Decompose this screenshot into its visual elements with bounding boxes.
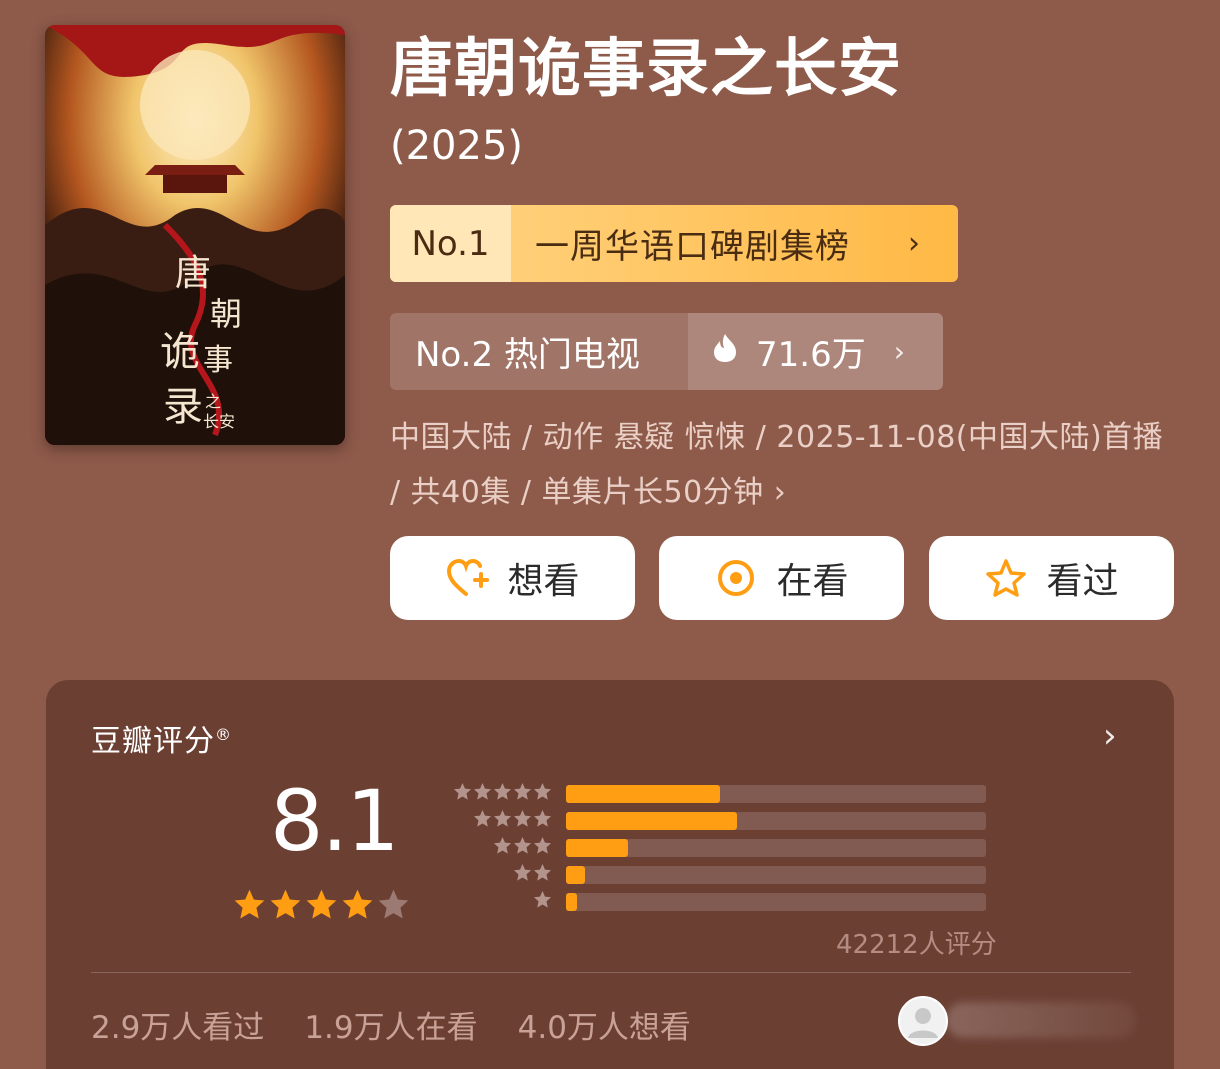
poster-title-char-7: 长安 bbox=[203, 412, 235, 431]
star-small-icon bbox=[513, 809, 532, 832]
star-small-icon bbox=[473, 809, 492, 832]
watched-button[interactable]: 看过 bbox=[929, 536, 1174, 620]
rank-badge-popular[interactable]: No.2 热门电视 71.6万 › bbox=[390, 313, 943, 390]
rank-label: 一周华语口碑剧集榜 bbox=[535, 227, 850, 267]
star-small-icon bbox=[493, 809, 512, 832]
rating-bar-fill bbox=[566, 811, 737, 830]
heart-plus-icon bbox=[445, 556, 490, 600]
rating-title-text: 豆瓣评分 bbox=[91, 724, 215, 759]
star-small-icon bbox=[513, 836, 532, 859]
rating-score: 8.1 bbox=[270, 772, 400, 870]
show-meta[interactable]: 中国大陆 / 动作 悬疑 惊悚 / 2025-11-08(中国大陆)首播 / 共… bbox=[390, 410, 1180, 520]
divider bbox=[91, 972, 1131, 973]
star-small-icon bbox=[533, 836, 552, 859]
avatar[interactable] bbox=[898, 996, 948, 1046]
rank-badge-weekly[interactable]: No.1 一周华语口碑剧集榜 › bbox=[390, 205, 958, 282]
rating-bar-fill bbox=[566, 784, 721, 803]
rating-bar-row bbox=[446, 780, 986, 807]
poster-image[interactable]: 唐 朝 诡 事 录 之 长安 bbox=[45, 25, 345, 445]
star-filled-icon bbox=[269, 888, 302, 925]
star-level-icons bbox=[446, 809, 566, 832]
star-filled-icon bbox=[341, 888, 374, 925]
rating-stars bbox=[233, 888, 410, 925]
page-title: 唐朝诡事录之长安 bbox=[390, 32, 902, 105]
star-filled-icon bbox=[233, 888, 266, 925]
star-level-icons bbox=[446, 890, 566, 913]
chevron-right-icon: › bbox=[893, 335, 905, 368]
star-level-icons bbox=[446, 782, 566, 805]
star-level-icons bbox=[446, 836, 566, 859]
star-small-icon bbox=[533, 809, 552, 832]
rating-title: 豆瓣评分® bbox=[91, 716, 232, 760]
rating-bar-fill bbox=[566, 865, 585, 884]
watched-label: 看过 bbox=[1046, 561, 1119, 602]
rating-bar-row bbox=[446, 834, 986, 861]
rating-panel[interactable]: 豆瓣评分® › 8.1 42212人评分 2.9万人看过 1.9万人在看 4.0… bbox=[46, 680, 1174, 1069]
star-small-icon bbox=[493, 836, 512, 859]
watching-label: 在看 bbox=[776, 561, 849, 602]
hot-value: 71.6万 bbox=[756, 335, 866, 375]
chevron-right-icon: › bbox=[908, 226, 920, 261]
poster-title-char-5: 录 bbox=[163, 384, 203, 430]
poster-title-char-6: 之 bbox=[205, 392, 221, 411]
watched-count: 2.9万人看过 bbox=[91, 1010, 265, 1046]
rating-bar-track bbox=[566, 784, 986, 803]
star-small-icon bbox=[533, 782, 552, 805]
star-filled-icon bbox=[305, 888, 338, 925]
rating-bar-track bbox=[566, 892, 986, 911]
star-small-icon bbox=[533, 890, 552, 913]
want-count: 4.0万人想看 bbox=[517, 1010, 691, 1046]
chevron-right-icon[interactable]: › bbox=[1103, 716, 1117, 756]
poster-title-char-3: 诡 bbox=[160, 329, 200, 375]
star-small-icon bbox=[513, 863, 532, 886]
star-outline-icon bbox=[984, 556, 1028, 600]
registered-mark: ® bbox=[215, 725, 232, 744]
star-small-icon bbox=[453, 782, 472, 805]
rating-distribution bbox=[446, 780, 986, 915]
rating-bar-fill bbox=[566, 838, 629, 857]
star-small-icon bbox=[493, 782, 512, 805]
popularity-count: 71.6万 › bbox=[688, 313, 943, 390]
fire-icon bbox=[712, 332, 738, 372]
rating-bar-track bbox=[566, 811, 986, 830]
watching-button[interactable]: 在看 bbox=[659, 536, 904, 620]
rating-bar-fill bbox=[566, 892, 577, 911]
star-small-icon bbox=[473, 782, 492, 805]
friends-preview bbox=[946, 1002, 1136, 1038]
poster-title-char-2: 朝 bbox=[210, 295, 242, 333]
rank-number: No.1 bbox=[390, 205, 511, 282]
rating-bar-row bbox=[446, 807, 986, 834]
rating-bar-row bbox=[446, 888, 986, 915]
star-empty-icon bbox=[377, 888, 410, 925]
want-label: 想看 bbox=[507, 561, 580, 602]
release-year: (2025) bbox=[390, 123, 524, 169]
rating-bar-track bbox=[566, 865, 986, 884]
rating-bar-row bbox=[446, 861, 986, 888]
want-to-watch-button[interactable]: 想看 bbox=[390, 536, 635, 620]
watch-stats: 2.9万人看过 1.9万人在看 4.0万人想看 bbox=[91, 1002, 691, 1047]
rank-label: No.2 热门电视 bbox=[415, 335, 640, 375]
rating-bar-track bbox=[566, 838, 986, 857]
rating-count: 42212人评分 bbox=[836, 930, 997, 960]
star-level-icons bbox=[446, 863, 566, 886]
poster-title-char-4: 事 bbox=[203, 343, 233, 378]
watching-count: 1.9万人在看 bbox=[304, 1010, 478, 1046]
poster-title-char-1: 唐 bbox=[175, 253, 211, 294]
target-icon bbox=[714, 556, 758, 600]
star-small-icon bbox=[513, 782, 532, 805]
star-small-icon bbox=[533, 863, 552, 886]
